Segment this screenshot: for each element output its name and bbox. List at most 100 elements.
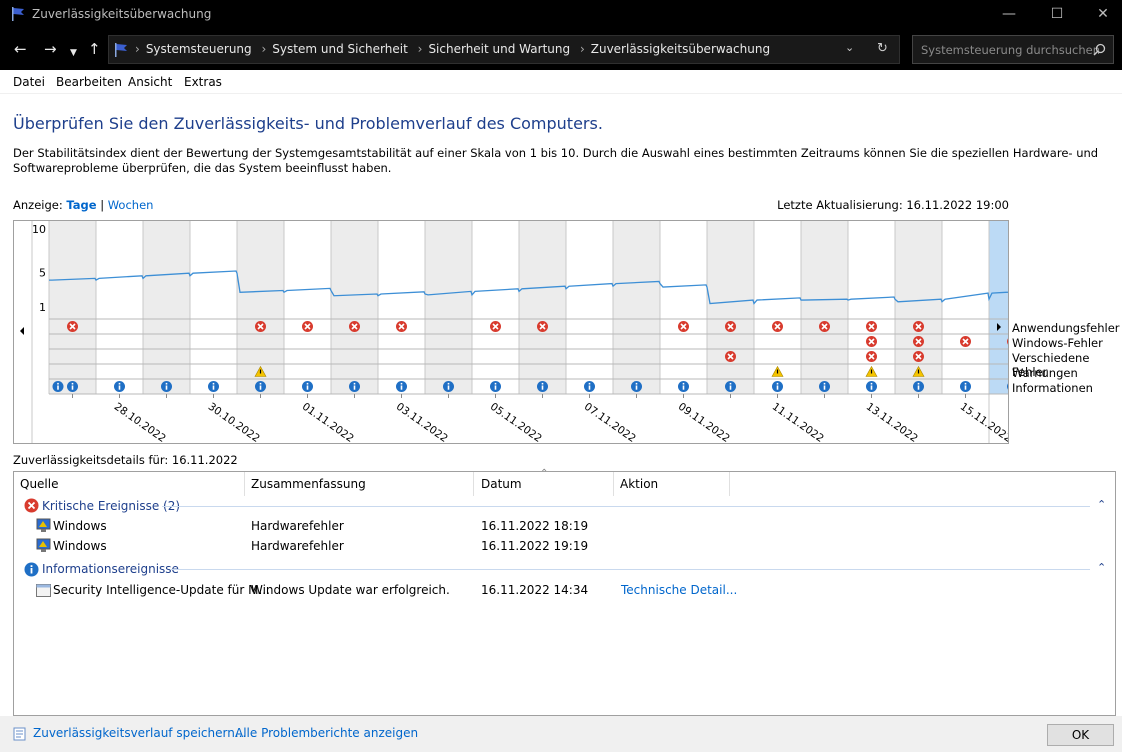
view-weeks-link[interactable]: Wochen xyxy=(108,198,154,212)
navigation-bar: ← → ▼ ↑ › Systemsteuerung › System und Sic… xyxy=(0,29,1122,70)
info-mark xyxy=(917,382,920,385)
menu-datei[interactable]: Datei xyxy=(13,75,45,89)
info-mark xyxy=(165,382,168,385)
breadcrumb-item[interactable]: Zuverlässigkeitsüberwachung xyxy=(591,42,770,56)
info-mark xyxy=(917,385,920,390)
info-mark xyxy=(306,382,309,385)
day-column xyxy=(613,221,660,394)
menu-bearbeiten[interactable]: Bearbeiten xyxy=(56,75,122,89)
close-button[interactable]: ✕ xyxy=(1080,0,1122,29)
menu-ansicht[interactable]: Ansicht xyxy=(128,75,172,89)
legend-windows-errors: Windows-Fehler xyxy=(1012,336,1103,350)
row-summary[interactable]: Hardwarefehler xyxy=(251,539,344,553)
ok-button[interactable]: OK xyxy=(1047,724,1114,746)
info-mark xyxy=(776,382,779,385)
x-tick-label: 03.11.2022 xyxy=(394,401,450,443)
info-mark xyxy=(400,382,403,385)
row-date[interactable]: 16.11.2022 14:34 xyxy=(481,583,588,597)
info-mark xyxy=(494,382,497,385)
up-arrow-icon[interactable]: ↑ xyxy=(88,41,101,57)
row-date[interactable]: 16.11.2022 19:19 xyxy=(481,539,588,553)
day-column xyxy=(566,221,613,394)
day-column xyxy=(378,221,425,394)
day-column xyxy=(519,221,566,394)
error-icon xyxy=(24,498,39,513)
sort-up-icon: ⌃ xyxy=(540,468,549,479)
info-mark xyxy=(588,385,591,390)
view-days-link[interactable]: Tage xyxy=(66,198,96,212)
y-tick-label: 5 xyxy=(39,266,46,279)
x-tick-label: 09.11.2022 xyxy=(676,401,732,443)
info-mark xyxy=(400,385,403,390)
breadcrumb-item[interactable]: Sicherheit und Wartung xyxy=(428,42,570,56)
refresh-icon[interactable]: ↻ xyxy=(877,41,888,56)
chevron-down-icon[interactable]: ⌄ xyxy=(845,41,854,54)
column-header-date[interactable]: Datum xyxy=(481,477,522,491)
reliability-chart-svg[interactable]: 10 5 1 28.10.2022 30.10.2022 01.11.2022 03.11.… xyxy=(14,221,1037,445)
warning-mark xyxy=(870,369,873,374)
breadcrumb-item[interactable]: Systemsteuerung xyxy=(146,42,252,56)
maximize-button[interactable]: ☐ xyxy=(1034,0,1080,29)
x-tick-label: 30.10.2022 xyxy=(206,401,262,443)
row-date[interactable]: 16.11.2022 18:19 xyxy=(481,519,588,533)
column-header-summary[interactable]: Zusammenfassung xyxy=(251,477,366,491)
legend-information: Informationen xyxy=(1012,381,1093,395)
view-all-reports-link[interactable]: Alle Problemberichte anzeigen xyxy=(235,726,418,740)
warning-mark xyxy=(917,369,920,374)
x-tick-label: 01.11.2022 xyxy=(300,401,356,443)
save-icon xyxy=(13,727,26,741)
collapse-chevron-icon[interactable]: ⌃ xyxy=(1097,561,1106,574)
breadcrumb-item[interactable]: System und Sicherheit xyxy=(272,42,408,56)
save-history-link[interactable]: Zuverlässigkeitsverlauf speichern... xyxy=(33,726,246,740)
scroll-left-icon[interactable] xyxy=(20,327,24,335)
collapse-chevron-icon[interactable]: ⌃ xyxy=(1097,498,1106,511)
column-header-source[interactable]: Quelle xyxy=(20,477,58,491)
address-field[interactable]: › Systemsteuerung › System und Sicherheit … xyxy=(108,35,900,64)
legend-application-errors: Anwendungsfehler xyxy=(1012,321,1120,335)
footer-bar: Zuverlässigkeitsverlauf speichern... All… xyxy=(0,716,1122,752)
day-column xyxy=(143,221,190,394)
title-bar: Zuverlässigkeitsüberwachung — ☐ ✕ xyxy=(0,0,1122,29)
recent-chevron-icon[interactable]: ▼ xyxy=(70,45,77,61)
reliability-chart[interactable]: 10 5 1 28.10.2022 30.10.2022 01.11.2022 03.11.… xyxy=(13,220,1037,445)
menu-bar: Datei Bearbeiten Ansicht Extras xyxy=(0,70,1122,94)
breadcrumb: › Systemsteuerung › System und Sicherheit … xyxy=(135,42,771,56)
group-critical-events[interactable]: Kritische Ereignisse (2) xyxy=(42,499,180,513)
column-header-action[interactable]: Aktion xyxy=(620,477,658,491)
info-mark xyxy=(870,382,873,385)
view-label: Anzeige: xyxy=(13,198,63,212)
search-icon[interactable] xyxy=(1093,43,1106,56)
minimize-button[interactable]: — xyxy=(986,0,1032,29)
info-mark xyxy=(259,382,262,385)
search-input[interactable]: Systemsteuerung durchsuchen xyxy=(912,35,1114,64)
forward-arrow-icon[interactable]: → xyxy=(44,41,57,57)
x-tick-label: 15.11.2022 xyxy=(958,401,1008,443)
group-information-events[interactable]: Informationsereignisse xyxy=(42,562,179,576)
row-source[interactable]: Security Intelligence-Update für M... xyxy=(53,583,270,597)
info-mark xyxy=(353,382,356,385)
info-mark xyxy=(682,382,685,385)
row-summary[interactable]: Hardwarefehler xyxy=(251,519,344,533)
info-mark xyxy=(823,382,826,385)
x-tick-label: 28.10.2022 xyxy=(112,401,168,443)
info-mark xyxy=(729,382,732,385)
details-table: ⌃ Quelle Zusammenfassung Datum Aktion Kr… xyxy=(13,468,1116,716)
day-column xyxy=(96,221,143,394)
row-source[interactable]: Windows xyxy=(53,519,107,533)
back-arrow-icon[interactable]: ← xyxy=(14,41,27,57)
row-source[interactable]: Windows xyxy=(53,539,107,553)
technical-details-link[interactable]: Technische Detail... xyxy=(621,583,737,597)
windows-computer-icon xyxy=(36,518,51,532)
x-tick-label: 05.11.2022 xyxy=(488,401,544,443)
warning-mark xyxy=(776,369,779,374)
menu-extras[interactable]: Extras xyxy=(184,75,222,89)
info-mark xyxy=(964,382,967,385)
last-update: Letzte Aktualisierung: 16.11.2022 19:00 xyxy=(777,198,1009,212)
page-description: Der Stabilitätsindex dient der Bewertung… xyxy=(13,146,1099,175)
day-column xyxy=(190,221,237,394)
day-column xyxy=(331,221,378,394)
row-summary[interactable]: Windows Update war erfolgreich. xyxy=(251,583,450,597)
view-separator: | xyxy=(100,198,105,212)
info-mark xyxy=(212,385,215,390)
info-mark xyxy=(870,385,873,390)
